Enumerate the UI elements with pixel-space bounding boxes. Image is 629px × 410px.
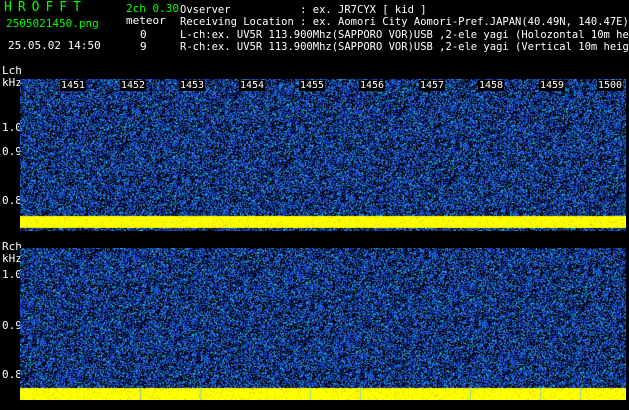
time-tick-1500: 1500 — [597, 80, 624, 91]
time-tick-1459: 1459 — [539, 80, 566, 91]
time-tick-1453: 1453 — [179, 80, 206, 91]
l-ytick-3: 0.8 — [2, 194, 22, 207]
r-unit-label: kHz — [2, 252, 22, 265]
r-ytick-3: 0.8 — [2, 368, 22, 381]
time-tick-1458: 1458 — [478, 80, 505, 91]
l-ytick-2: 0.9 — [2, 145, 22, 158]
time-tick-1451: 1451 — [60, 80, 87, 91]
time-tick-1455: 1455 — [299, 80, 326, 91]
app-title: HROFFT — [4, 0, 87, 15]
time-tick-1457: 1457 — [419, 80, 446, 91]
r-ytick-1: 1.0 — [2, 268, 22, 281]
date-time: 25.05.02 14:50 — [8, 39, 101, 52]
observer-info: Ovserver : ex. JR7CYX [ kid ] — [180, 4, 427, 16]
count-right: 9 — [140, 40, 147, 53]
l-unit-label: kHz — [2, 76, 22, 89]
time-tick-1456: 1456 — [359, 80, 386, 91]
time-tick-1454: 1454 — [239, 80, 266, 91]
mode-label: meteor — [126, 14, 166, 27]
l-channel-info: L-ch:ex. UV5R 113.900Mhz(SAPPORO VOR)USB… — [180, 29, 629, 41]
location-info: Receiving Location : ex. Aomori City Aom… — [180, 16, 629, 28]
l-channel-spectrogram — [20, 79, 626, 231]
l-ytick-1: 1.0 — [2, 121, 22, 134]
r-spectrogram-canvas — [20, 248, 626, 400]
file-name: 2505021450.png — [6, 17, 99, 30]
r-channel-spectrogram — [20, 248, 626, 400]
r-channel-info: R-ch:ex. UV5R 113.900Mhz(SAPPORO VOR)USB… — [180, 41, 629, 53]
r-ytick-2: 0.9 — [2, 319, 22, 332]
time-tick-1452: 1452 — [120, 80, 147, 91]
l-spectrogram-canvas — [20, 79, 626, 231]
